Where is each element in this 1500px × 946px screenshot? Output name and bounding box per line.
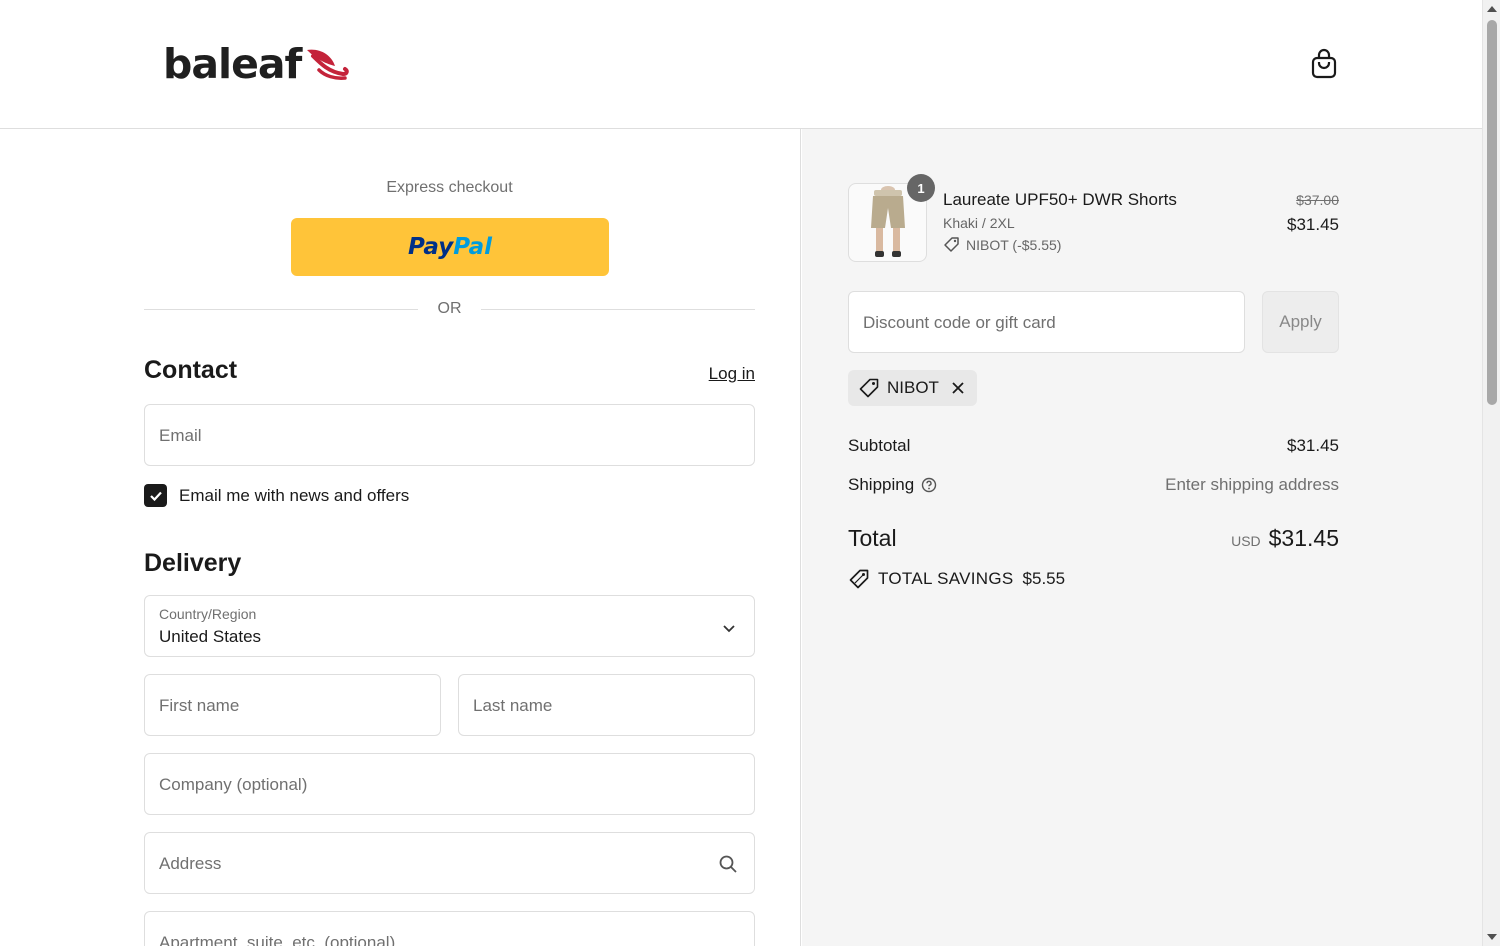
- newsletter-checkbox-row[interactable]: Email me with news and offers: [144, 484, 409, 507]
- header: baleaf: [0, 0, 1482, 129]
- subtotal-label: Subtotal: [848, 436, 911, 455]
- last-name-field[interactable]: Last name: [458, 674, 755, 736]
- newsletter-label: Email me with news and offers: [179, 485, 410, 505]
- savings-label: TOTAL SAVINGS: [878, 569, 1014, 588]
- country-label: Country/Region: [159, 606, 257, 622]
- country-select[interactable]: Country/Region United States: [144, 595, 755, 657]
- last-name-placeholder: Last name: [473, 696, 553, 715]
- apartment-field[interactable]: Apartment, suite, etc. (optional): [144, 911, 755, 946]
- country-value: United States: [159, 627, 262, 646]
- currency-code: USD: [1231, 533, 1261, 549]
- or-text: OR: [423, 300, 476, 317]
- leaf-logo-icon: [305, 46, 350, 87]
- checkout-form-column: Express checkout PayPal OR Contact Log i…: [0, 129, 801, 946]
- apply-button[interactable]: Apply: [1262, 291, 1339, 353]
- brand-logo[interactable]: baleaf: [163, 40, 350, 88]
- shopping-bag-icon[interactable]: [1310, 48, 1338, 80]
- email-field[interactable]: Email: [144, 404, 755, 466]
- checkmark-icon: [149, 491, 162, 501]
- company-field[interactable]: Company (optional): [144, 753, 755, 815]
- savings-tag-icon: [848, 568, 870, 590]
- product-discount-text: NIBOT (-$5.55): [966, 236, 1062, 253]
- email-placeholder: Email: [159, 426, 202, 445]
- delivery-heading: Delivery: [144, 549, 242, 577]
- product-discount: NIBOT (-$5.55): [943, 236, 1061, 253]
- scrollbar[interactable]: [1482, 0, 1500, 946]
- total-savings: TOTAL SAVINGS $5.55: [848, 568, 1065, 590]
- company-placeholder: Company (optional): [159, 775, 308, 794]
- applied-discount-tag: NIBOT: [848, 370, 977, 406]
- product-name: Laureate UPF50+ DWR Shorts: [943, 190, 1177, 209]
- tag-icon: [944, 237, 959, 252]
- shipping-row-label: Shipping: [848, 475, 937, 495]
- tag-icon: [858, 377, 880, 399]
- product-variant: Khaki / 2XL: [943, 215, 1015, 231]
- scroll-up-arrow-icon[interactable]: [1487, 6, 1497, 12]
- total-amount: $31.45: [1268, 525, 1339, 551]
- scroll-down-arrow-icon[interactable]: [1487, 934, 1497, 940]
- subtotal-value: $31.45: [1287, 436, 1339, 455]
- quantity-badge: 1: [907, 174, 935, 202]
- address-placeholder: Address: [159, 854, 222, 873]
- checkout-page: baleaf Express checkout PayPal OR Contac…: [0, 0, 1500, 946]
- first-name-field[interactable]: First name: [144, 674, 441, 736]
- chevron-down-icon: [722, 620, 736, 638]
- paypal-button[interactable]: PayPal: [291, 218, 609, 276]
- apartment-placeholder: Apartment, suite, etc. (optional): [159, 933, 396, 946]
- shipping-value: Enter shipping address: [1165, 475, 1339, 494]
- help-circle-icon[interactable]: [921, 477, 937, 493]
- contact-heading: Contact: [144, 356, 238, 384]
- order-summary: 1 Laureate UPF50+ DWR Shorts Khaki / 2XL…: [802, 129, 1482, 946]
- express-checkout-title: Express checkout: [386, 179, 513, 196]
- first-name-placeholder: First name: [159, 696, 240, 715]
- search-icon[interactable]: [718, 854, 738, 879]
- or-divider: OR: [144, 299, 755, 319]
- item-price: $31.45: [1287, 215, 1339, 234]
- scroll-thumb[interactable]: [1487, 20, 1497, 405]
- shipping-label: Shipping: [848, 475, 915, 494]
- newsletter-checkbox[interactable]: [144, 484, 167, 507]
- remove-discount-icon[interactable]: [951, 381, 965, 395]
- total-label: Total: [848, 525, 897, 551]
- address-field[interactable]: Address: [144, 832, 755, 894]
- paypal-logo: PayPal: [408, 234, 492, 260]
- login-link[interactable]: Log in: [700, 364, 755, 384]
- discount-code-placeholder: Discount code or gift card: [863, 313, 1056, 332]
- logo-text: baleaf: [163, 40, 302, 88]
- total-value-group: USD $31.45: [1231, 525, 1339, 552]
- applied-code: NIBOT: [887, 378, 939, 397]
- original-price: $37.00: [1296, 192, 1339, 208]
- discount-code-input[interactable]: Discount code or gift card: [848, 291, 1245, 353]
- savings-value: $5.55: [1022, 569, 1066, 588]
